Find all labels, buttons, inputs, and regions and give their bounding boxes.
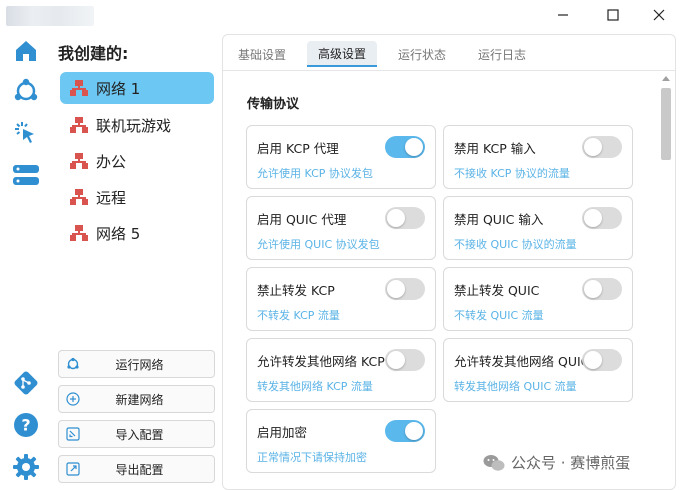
settings-panel: 基础设置 高级设置 运行状态 运行日志 传输协议 启用 KCP 代理 允许使用 … xyxy=(222,34,676,490)
setting-card: 启用 QUIC 代理 允许使用 QUIC 协议发包 xyxy=(246,196,436,260)
network-item-label: 联机玩游戏 xyxy=(96,116,172,135)
setting-toggle[interactable] xyxy=(582,278,622,300)
network-node-icon xyxy=(70,189,88,205)
setting-toggle[interactable] xyxy=(582,207,622,229)
setting-toggle[interactable] xyxy=(385,136,425,158)
setting-description: 不转发 QUIC 流量 xyxy=(454,309,544,322)
close-icon xyxy=(653,9,665,21)
nav-rail: ? xyxy=(0,30,52,490)
home-icon[interactable] xyxy=(11,36,41,66)
setting-card: 禁止转发 KCP 不转发 KCP 流量 xyxy=(246,267,436,331)
setting-card: 允许转发其他网络 QUIC 转发其他网络 QUIC 流量 xyxy=(443,338,633,402)
tab-run-log[interactable]: 运行日志 xyxy=(469,41,535,67)
network-list-heading: 我创建的: xyxy=(58,44,129,63)
tab-advanced-settings[interactable]: 高级设置 xyxy=(307,41,377,67)
network-item[interactable]: 远程 xyxy=(60,181,214,213)
export-config-label: 导出配置 xyxy=(115,462,164,477)
click-icon[interactable] xyxy=(11,118,41,148)
setting-description: 不接收 KCP 协议的流量 xyxy=(454,167,570,180)
setting-description: 不转发 KCP 流量 xyxy=(257,309,340,322)
network-item[interactable]: 网络 5 xyxy=(60,217,214,249)
setting-toggle[interactable] xyxy=(582,136,622,158)
network-node-icon xyxy=(70,225,88,241)
network-list-panel: 我创建的: 网络 1 联机玩游戏 办公 远程 网络 5 运行网络 新建网络 导入… xyxy=(52,30,222,490)
network-item-label: 办公 xyxy=(96,152,127,171)
run-network-label: 运行网络 xyxy=(115,357,164,372)
import-icon xyxy=(66,427,80,441)
watermark-text: 公众号 · 赛博煎蛋 xyxy=(511,454,631,472)
setting-toggle[interactable] xyxy=(385,349,425,371)
setting-card: 启用 KCP 代理 允许使用 KCP 协议发包 xyxy=(246,125,436,189)
setting-toggle[interactable] xyxy=(385,278,425,300)
maximize-button[interactable] xyxy=(590,0,636,30)
setting-description: 允许使用 QUIC 协议发包 xyxy=(257,238,380,251)
setting-card: 允许转发其他网络 KCP 转发其他网络 KCP 流量 xyxy=(246,338,436,402)
scroll-up-arrow-icon xyxy=(662,76,670,81)
minimize-icon xyxy=(558,14,568,16)
scrollbar-thumb[interactable] xyxy=(661,88,671,160)
setting-card: 禁止转发 QUIC 不转发 QUIC 流量 xyxy=(443,267,633,331)
new-network-button[interactable]: 新建网络 xyxy=(58,385,215,413)
tab-basic-settings[interactable]: 基础设置 xyxy=(229,41,295,67)
export-icon xyxy=(66,462,80,476)
setting-toggle[interactable] xyxy=(582,349,622,371)
minimize-button[interactable] xyxy=(540,0,586,30)
network-icon[interactable] xyxy=(11,76,41,106)
title-bar xyxy=(0,0,683,30)
network-item[interactable]: 联机玩游戏 xyxy=(60,109,214,141)
server-icon[interactable] xyxy=(11,160,41,190)
setting-description: 允许使用 KCP 协议发包 xyxy=(257,167,373,180)
setting-card: 启用加密 正常情况下请保持加密 xyxy=(246,409,436,473)
import-config-label: 导入配置 xyxy=(115,427,164,442)
maximize-icon xyxy=(607,9,619,21)
close-button[interactable] xyxy=(636,0,682,30)
setting-description: 不接收 QUIC 协议的流量 xyxy=(454,238,577,251)
run-network-icon xyxy=(67,357,79,370)
setting-card: 禁用 QUIC 输入 不接收 QUIC 协议的流量 xyxy=(443,196,633,260)
watermark: 公众号 · 赛博煎蛋 xyxy=(483,452,630,473)
setting-description: 转发其他网络 QUIC 流量 xyxy=(454,380,577,393)
run-network-button[interactable]: 运行网络 xyxy=(58,350,215,378)
setting-toggle[interactable] xyxy=(385,207,425,229)
network-item[interactable]: 办公 xyxy=(60,145,214,177)
section-title: 传输协议 xyxy=(247,97,300,112)
new-network-label: 新建网络 xyxy=(115,392,164,407)
add-icon xyxy=(66,392,80,406)
app-logo xyxy=(6,6,94,26)
svg-text:?: ? xyxy=(21,416,30,435)
network-item-label: 远程 xyxy=(96,188,127,207)
network-node-icon xyxy=(70,117,88,133)
git-icon[interactable] xyxy=(11,368,41,398)
setting-card: 禁用 KCP 输入 不接收 KCP 协议的流量 xyxy=(443,125,633,189)
setting-description: 转发其他网络 KCP 流量 xyxy=(257,380,373,393)
tab-run-status[interactable]: 运行状态 xyxy=(389,41,455,67)
network-node-icon xyxy=(70,80,88,96)
network-item-label: 网络 5 xyxy=(96,224,141,243)
export-config-button[interactable]: 导出配置 xyxy=(58,455,215,483)
network-node-icon xyxy=(70,153,88,169)
tab-bar: 基础设置 高级设置 运行状态 运行日志 xyxy=(223,35,675,71)
network-item[interactable]: 网络 1 xyxy=(60,72,214,104)
help-icon[interactable]: ? xyxy=(11,410,41,440)
wechat-icon xyxy=(483,454,505,471)
setting-toggle[interactable] xyxy=(385,420,425,442)
scrollbar[interactable] xyxy=(658,72,674,482)
setting-description: 正常情况下请保持加密 xyxy=(257,451,367,464)
import-config-button[interactable]: 导入配置 xyxy=(58,420,215,448)
settings-gear-icon[interactable] xyxy=(11,452,41,482)
network-item-label: 网络 1 xyxy=(96,79,141,98)
